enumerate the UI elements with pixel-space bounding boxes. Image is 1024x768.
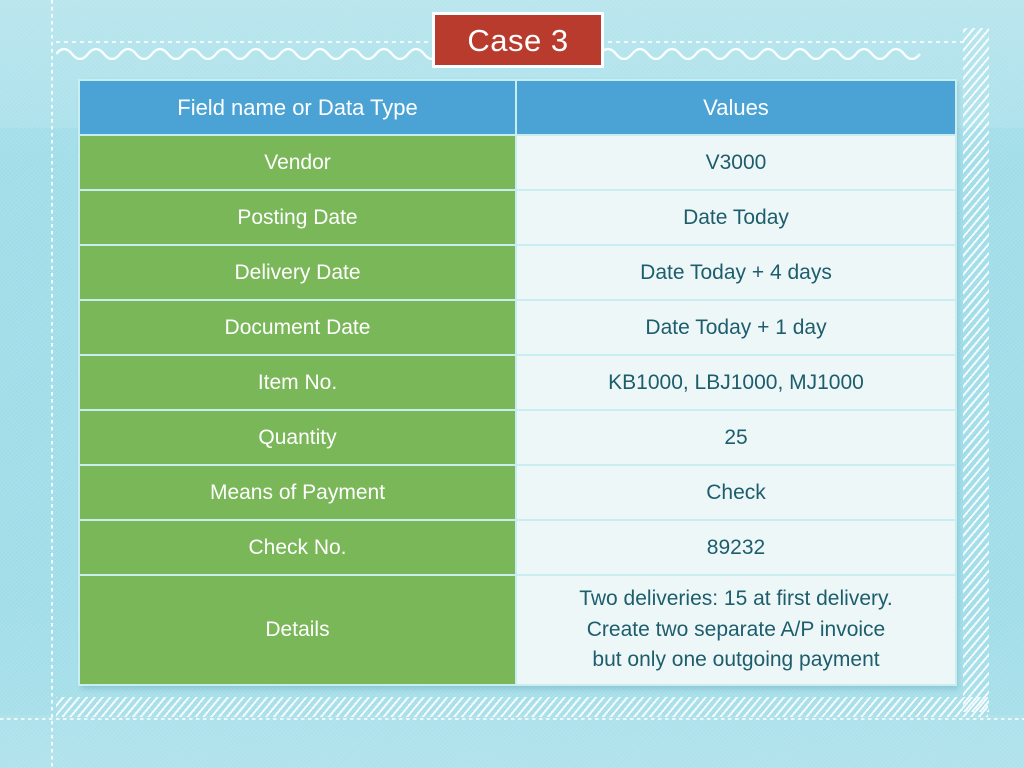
decorative-hatch-right bbox=[963, 28, 989, 712]
row-label-vendor: Vendor bbox=[78, 134, 517, 191]
case-table: Field name or Data Type Values Vendor V3… bbox=[78, 79, 957, 686]
row-label-means-of-payment: Means of Payment bbox=[78, 464, 517, 521]
row-label-quantity: Quantity bbox=[78, 409, 517, 466]
table-row: Quantity 25 bbox=[78, 409, 957, 466]
row-value-posting-date: Date Today bbox=[515, 189, 957, 246]
column-header-field-name: Field name or Data Type bbox=[78, 79, 517, 136]
row-label-item-no: Item No. bbox=[78, 354, 517, 411]
row-value-delivery-date: Date Today + 4 days bbox=[515, 244, 957, 301]
page-title: Case 3 bbox=[467, 22, 569, 58]
row-value-quantity: 25 bbox=[515, 409, 957, 466]
row-label-posting-date: Posting Date bbox=[78, 189, 517, 246]
column-header-values: Values bbox=[515, 79, 957, 136]
row-value-check-no: 89232 bbox=[515, 519, 957, 576]
details-line-1: Two deliveries: 15 at first delivery. bbox=[579, 587, 893, 611]
table-row: Check No. 89232 bbox=[78, 519, 957, 576]
table-row: Document Date Date Today + 1 day bbox=[78, 299, 957, 356]
table-row: Item No. KB1000, LBJ1000, MJ1000 bbox=[78, 354, 957, 411]
table-row: Delivery Date Date Today + 4 days bbox=[78, 244, 957, 301]
background-band-bottom bbox=[0, 715, 1024, 768]
table-row: Means of Payment Check bbox=[78, 464, 957, 521]
row-value-document-date: Date Today + 1 day bbox=[515, 299, 957, 356]
row-value-details: Two deliveries: 15 at first delivery. Cr… bbox=[515, 574, 957, 686]
details-line-2: Create two separate A/P invoice bbox=[586, 617, 886, 641]
row-value-vendor: V3000 bbox=[515, 134, 957, 191]
decorative-dotted-line-left bbox=[51, 0, 53, 768]
row-value-item-no: KB1000, LBJ1000, MJ1000 bbox=[515, 354, 957, 411]
table-row: Vendor V3000 bbox=[78, 134, 957, 191]
table-row-details: Details Two deliveries: 15 at first deli… bbox=[78, 574, 957, 686]
slide-title-box: Case 3 bbox=[432, 12, 604, 68]
table-header: Field name or Data Type Values bbox=[78, 79, 957, 136]
row-label-check-no: Check No. bbox=[78, 519, 517, 576]
details-line-3: but only one outgoing payment bbox=[592, 648, 880, 672]
row-label-details: Details bbox=[78, 574, 517, 686]
decorative-dotted-line-bottom bbox=[0, 718, 1024, 720]
row-label-document-date: Document Date bbox=[78, 299, 517, 356]
decorative-hatch-bottom bbox=[56, 697, 988, 717]
table-row: Posting Date Date Today bbox=[78, 189, 957, 246]
table-body: Vendor V3000 Posting Date Date Today Del… bbox=[78, 134, 957, 686]
row-label-delivery-date: Delivery Date bbox=[78, 244, 517, 301]
row-value-means-of-payment: Check bbox=[515, 464, 957, 521]
case-table-container: Field name or Data Type Values Vendor V3… bbox=[78, 79, 957, 686]
table-header-row: Field name or Data Type Values bbox=[78, 79, 957, 136]
